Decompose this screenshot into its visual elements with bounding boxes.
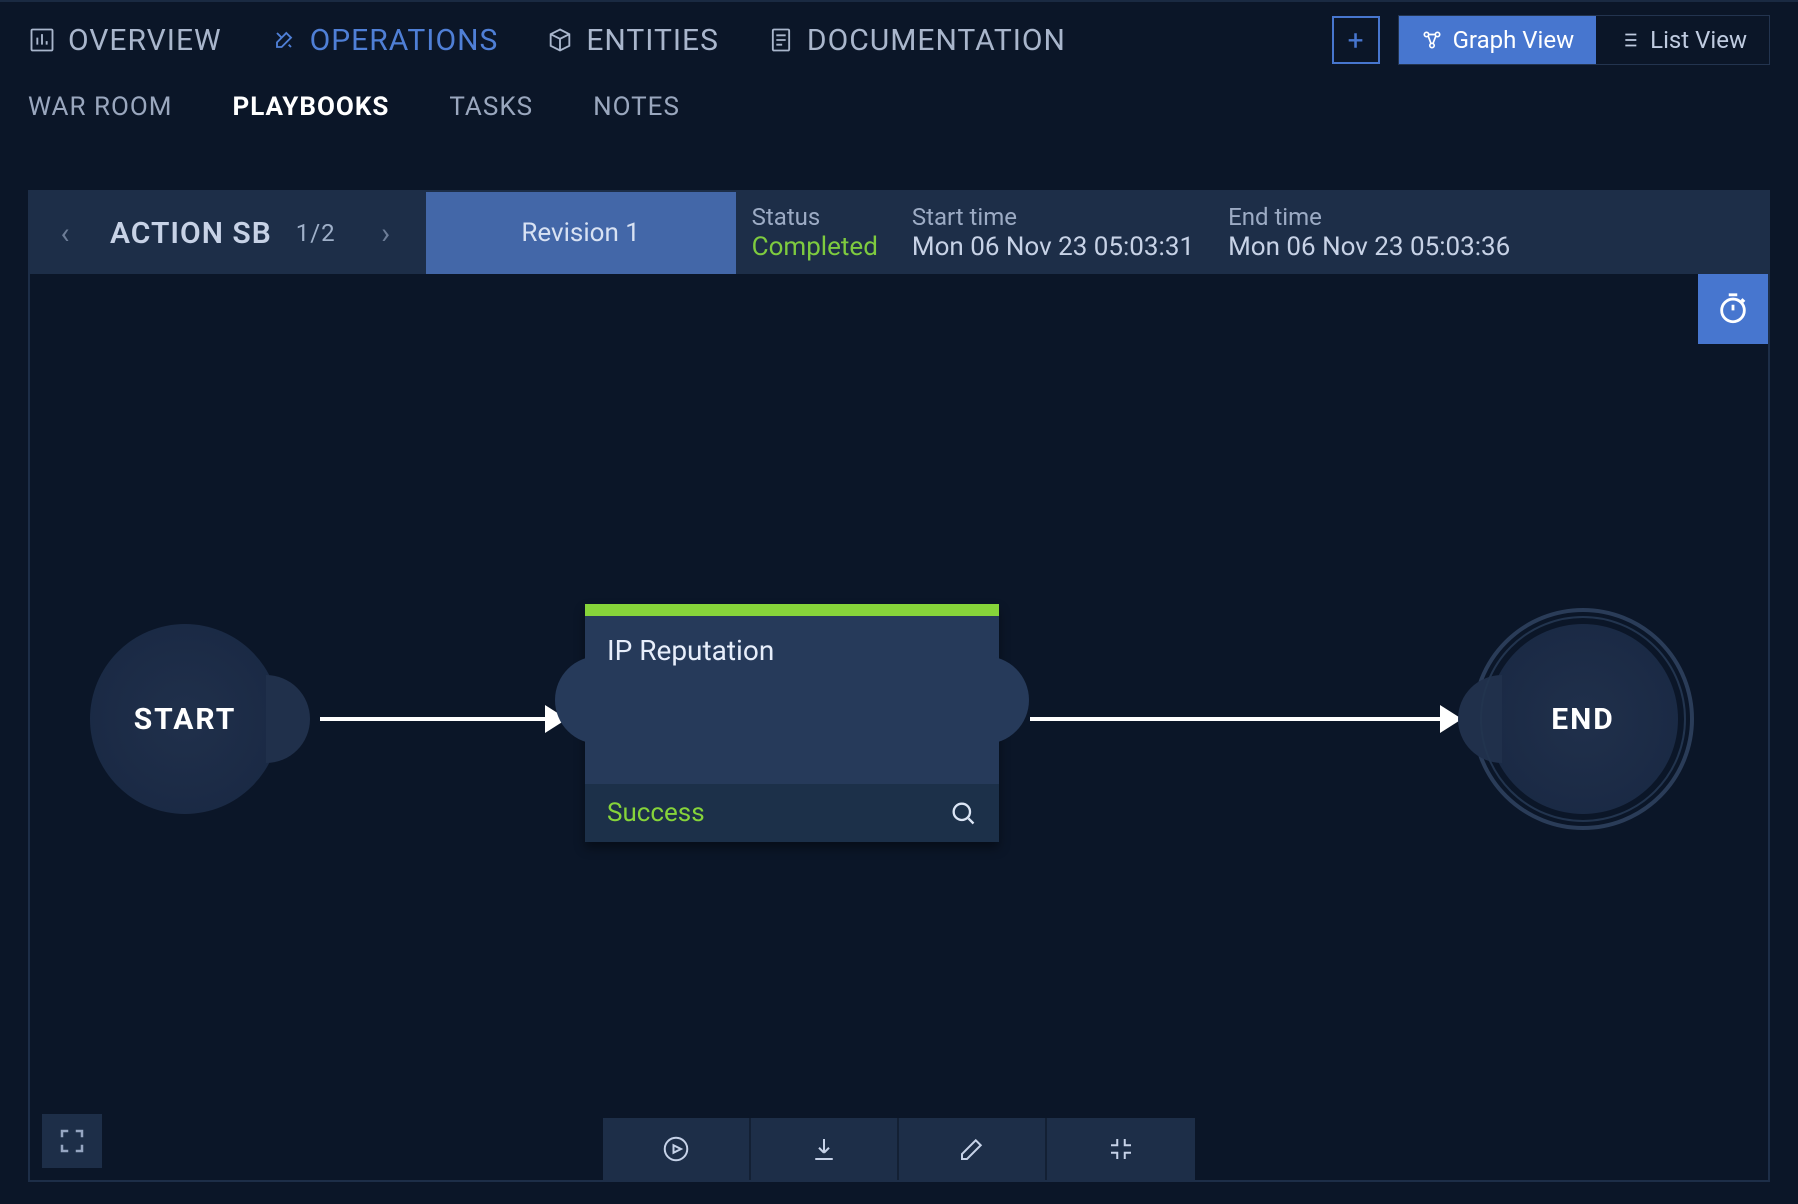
status-value: Completed (752, 232, 878, 263)
graph-view-label: Graph View (1453, 26, 1575, 54)
playbook-title-block: ACTION SB 1/2 (100, 192, 346, 274)
end-node-port (1458, 675, 1502, 763)
download-button[interactable] (751, 1118, 899, 1180)
chevron-left-icon: ‹ (60, 216, 69, 251)
start-node-port (266, 675, 310, 763)
task-body: IP Reputation (585, 616, 999, 784)
tab-war-room[interactable]: WAR ROOM (28, 92, 172, 122)
end-node[interactable]: END (1488, 624, 1678, 814)
primary-nav-right: + Graph View List View (1332, 15, 1770, 65)
play-circle-icon (661, 1134, 691, 1164)
status-column: Status Completed (752, 203, 878, 263)
edge-start-to-task (320, 717, 565, 721)
view-switch: Graph View List View (1398, 15, 1770, 65)
task-title: IP Reputation (607, 634, 774, 667)
start-time-column: Start time Mon 06 Nov 23 05:03:31 (912, 203, 1194, 263)
list-view-label: List View (1650, 26, 1747, 54)
task-status: Success (607, 798, 705, 828)
playbook-meta: Status Completed Start time Mon 06 Nov 2… (736, 192, 1768, 274)
document-icon (767, 26, 795, 54)
nav-overview-label: OVERVIEW (68, 23, 222, 58)
next-playbook-button[interactable]: › (346, 192, 426, 274)
play-button[interactable] (603, 1118, 751, 1180)
edge-task-to-end (1030, 717, 1460, 721)
nav-documentation[interactable]: DOCUMENTATION (767, 23, 1066, 58)
edit-button[interactable] (899, 1118, 1047, 1180)
graph-canvas[interactable]: START IP Reputation Success END (30, 274, 1768, 1180)
list-icon (1618, 29, 1640, 51)
start-time-value: Mon 06 Nov 23 05:03:31 (912, 232, 1194, 263)
primary-nav-left: OVERVIEW OPERATIONS ENTITIES DOCUMENTATI… (28, 23, 1332, 58)
bar-chart-icon (28, 26, 56, 54)
graph-view-button[interactable]: Graph View (1399, 16, 1597, 64)
collapse-button[interactable] (1047, 1118, 1195, 1180)
playbook-panel: ‹ ACTION SB 1/2 › Revision 1 Status Comp… (28, 190, 1770, 1182)
secondary-nav: WAR ROOM PLAYBOOKS TASKS NOTES (0, 78, 1798, 136)
collapse-icon (1106, 1134, 1136, 1164)
chevron-right-icon: › (381, 216, 390, 251)
tab-tasks[interactable]: TASKS (449, 92, 533, 122)
end-node-label: END (1551, 702, 1615, 737)
nav-entities-label: ENTITIES (586, 23, 719, 58)
task-node[interactable]: IP Reputation Success (585, 604, 999, 842)
playbook-index: 1/2 (296, 219, 336, 247)
playbook-header: ‹ ACTION SB 1/2 › Revision 1 Status Comp… (30, 192, 1768, 274)
playbook-title: ACTION SB (110, 216, 272, 251)
end-time-value: Mon 06 Nov 23 05:03:36 (1228, 232, 1510, 263)
tab-notes[interactable]: NOTES (593, 92, 680, 122)
nav-entities[interactable]: ENTITIES (546, 23, 719, 58)
start-time-label: Start time (912, 203, 1194, 232)
nav-operations-label: OPERATIONS (310, 23, 499, 58)
status-label: Status (752, 203, 878, 232)
end-time-label: End time (1228, 203, 1510, 232)
start-node[interactable]: START (90, 624, 280, 814)
download-icon (809, 1134, 839, 1164)
nav-operations[interactable]: OPERATIONS (270, 23, 499, 58)
nav-overview[interactable]: OVERVIEW (28, 23, 222, 58)
nav-documentation-label: DOCUMENTATION (807, 23, 1066, 58)
start-node-label: START (134, 702, 237, 737)
plus-icon: + (1348, 24, 1364, 57)
add-button[interactable]: + (1332, 16, 1380, 64)
primary-nav: OVERVIEW OPERATIONS ENTITIES DOCUMENTATI… (0, 0, 1798, 78)
graph-toolbar (603, 1118, 1195, 1180)
tab-playbooks[interactable]: PLAYBOOKS (232, 92, 389, 122)
fullscreen-icon (57, 1126, 87, 1156)
search-icon[interactable] (949, 799, 977, 827)
prev-playbook-button[interactable]: ‹ (30, 192, 100, 274)
revision-selector[interactable]: Revision 1 (426, 192, 736, 274)
fullscreen-button[interactable] (42, 1114, 102, 1168)
task-port-out (985, 656, 1029, 744)
cube-icon (546, 26, 574, 54)
task-status-bar (585, 604, 999, 616)
task-footer: Success (585, 784, 999, 842)
pencil-icon (957, 1134, 987, 1164)
end-time-column: End time Mon 06 Nov 23 05:03:36 (1228, 203, 1510, 263)
revision-label: Revision 1 (521, 218, 640, 248)
tools-icon (270, 26, 298, 54)
list-view-button[interactable]: List View (1596, 16, 1769, 64)
graph-icon (1421, 29, 1443, 51)
